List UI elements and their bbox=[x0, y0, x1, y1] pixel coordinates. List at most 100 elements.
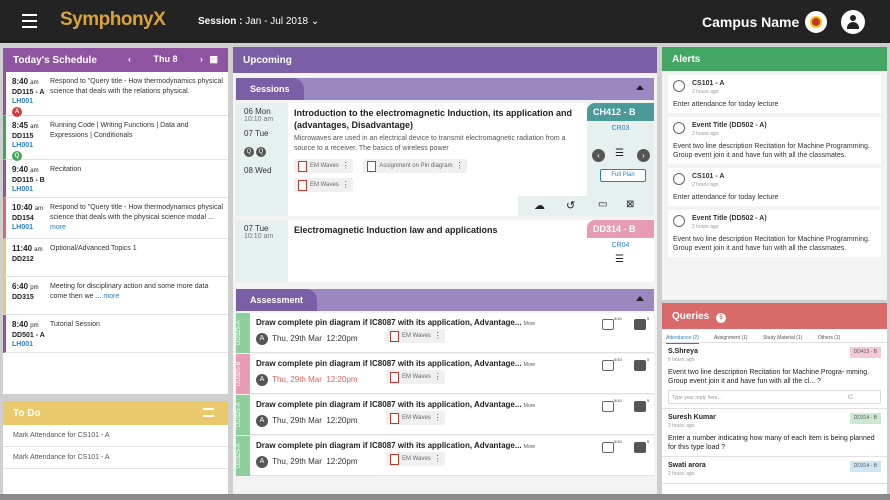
list-icon[interactable] bbox=[203, 408, 214, 417]
assessment-title[interactable]: Draw complete pin diagram if IC8087 with… bbox=[256, 318, 535, 327]
prev-day-icon[interactable]: ‹ bbox=[128, 54, 131, 64]
more-link[interactable]: more bbox=[103, 293, 119, 300]
upload-cloud-icon[interactable]: ☁ bbox=[534, 199, 545, 212]
queries-tabs: Attendance (2) Assignment (1) Study Mate… bbox=[662, 329, 887, 344]
resource-chip[interactable]: EM Waves bbox=[294, 159, 353, 173]
todo-item[interactable]: Mark Attendance for CS101 - A bbox=[3, 447, 228, 469]
present-icon[interactable]: ▭ bbox=[598, 199, 607, 210]
calendar-icon[interactable]: ▦ bbox=[209, 54, 218, 64]
schedule-header: Today's Schedule ‹ Thu 8 › ▦ bbox=[3, 48, 228, 72]
room: LH001 bbox=[12, 186, 34, 193]
schedule-time: 8:40 am DD115 - A LH001 A bbox=[12, 77, 56, 117]
comments-icon[interactable] bbox=[634, 442, 646, 453]
schedule-item[interactable]: 9:40 am DD115 - B LH001 Recitation bbox=[3, 160, 228, 198]
reply-placeholder: Type your reply here... bbox=[672, 395, 722, 401]
session-title[interactable]: Electromagnetic Induction law and applic… bbox=[294, 224, 584, 236]
assessment-item[interactable]: DD325-A Draw complete pin diagram if IC80… bbox=[236, 313, 654, 353]
attach-icon[interactable]: ⊂ bbox=[847, 392, 854, 401]
next-day-icon[interactable]: › bbox=[200, 54, 203, 64]
alert-title: CS101 - A bbox=[692, 173, 725, 180]
a-badge-icon: A bbox=[256, 333, 268, 345]
session-card[interactable]: 06 Mon 10:10 am 07 Tue QQ 08 Wed Introdu… bbox=[236, 103, 654, 216]
tab-others[interactable]: Others (1) bbox=[818, 335, 841, 341]
cancel-class-icon[interactable]: ⊠ bbox=[626, 199, 634, 210]
more-link[interactable]: More bbox=[524, 444, 535, 450]
resource-chip[interactable]: EM Waves bbox=[386, 370, 445, 384]
room: LH001 bbox=[12, 98, 34, 105]
collapse-icon[interactable] bbox=[636, 85, 644, 90]
query-item[interactable]: DD314 - B Swati arora 2 hours ago bbox=[662, 457, 887, 484]
plan-icon[interactable]: ☰ bbox=[615, 254, 624, 265]
session-side-panel: DD314 - B CR04 ☰ bbox=[587, 220, 654, 282]
resource-chip[interactable]: EM Waves bbox=[294, 178, 353, 192]
schedule-item[interactable]: 8:40 am DD115 - A LH001 A Respond to "Query … bbox=[3, 72, 228, 117]
alert-item[interactable]: CS101 - A 2 hours ago Enter attendance for… bbox=[668, 75, 881, 113]
todo-item[interactable]: Mark Attendance for CS101 - A bbox=[3, 425, 228, 447]
app-logo[interactable]: SymphonyX bbox=[60, 9, 166, 31]
course-code: DD115 - A bbox=[12, 89, 45, 96]
collapse-icon[interactable] bbox=[636, 296, 644, 301]
assessment-title[interactable]: Draw complete pin diagram if IC8087 with… bbox=[256, 400, 535, 409]
more-link[interactable]: More bbox=[524, 403, 535, 409]
prev-arrow-icon[interactable]: ‹ bbox=[592, 149, 605, 162]
schedule-title: Today's Schedule bbox=[13, 55, 97, 66]
session-action-bar: ☁ ↺ ▭ ⊠ bbox=[518, 196, 654, 216]
resource-chip[interactable]: EM Waves bbox=[386, 329, 445, 343]
resource-chip[interactable]: EM Waves bbox=[386, 411, 445, 425]
plan-icon[interactable]: ☰ bbox=[615, 148, 624, 159]
assessment-item[interactable]: DD325-A Draw complete pin diagram if IC80… bbox=[236, 436, 654, 476]
user-avatar-icon[interactable] bbox=[841, 10, 865, 34]
schedule-item[interactable]: 8:45 am DD115 LH001 Q Running Code | Writing… bbox=[3, 116, 228, 161]
chevron-down-icon: ⌄ bbox=[310, 16, 320, 27]
comments-icon[interactable] bbox=[634, 319, 646, 330]
schedule-item[interactable]: 8:40 pm DD501 - A LH001 Tutorial Session bbox=[3, 315, 228, 353]
schedule-time: 8:40 pm DD501 - A LH001 bbox=[12, 320, 56, 348]
submissions-icon[interactable] bbox=[602, 401, 614, 412]
resource-chip[interactable]: EM Waves bbox=[386, 452, 445, 466]
assessment-title[interactable]: Draw complete pin diagram if IC8087 with… bbox=[256, 441, 535, 450]
campus-logo-icon[interactable] bbox=[805, 11, 827, 33]
assessment-item[interactable]: DD325-A Draw complete pin diagram if IC80… bbox=[236, 395, 654, 435]
assessment-code: DD325-A bbox=[236, 436, 250, 476]
queries-title: Queries bbox=[672, 311, 710, 322]
next-arrow-icon[interactable]: › bbox=[637, 149, 650, 162]
schedule-item[interactable]: 11:40 am DD212 Optional/Advanced Topics 1 bbox=[3, 239, 228, 277]
tab-study-material[interactable]: Study Material (1) bbox=[763, 335, 802, 341]
submissions-icon[interactable] bbox=[602, 319, 614, 330]
history-icon[interactable]: ↺ bbox=[566, 199, 575, 212]
session-card[interactable]: 07 Tue 10:10 am Electromagnetic Inductio… bbox=[236, 220, 654, 282]
comments-icon[interactable] bbox=[634, 401, 646, 412]
schedule-item[interactable]: 6:40 pm DD315 Meeting for disciplinary act… bbox=[3, 277, 228, 315]
session-label: Session : bbox=[198, 16, 243, 27]
more-link[interactable]: More bbox=[524, 321, 535, 327]
alert-item[interactable]: CS101 - A 2 hours ago Enter attendance for… bbox=[668, 168, 881, 206]
session-selector[interactable]: Session : Jan - Jul 2018 ⌄ bbox=[198, 16, 319, 27]
course-code: DD115 bbox=[12, 133, 34, 140]
alert-item[interactable]: Event Title (DD502 - A) 2 hours ago Event … bbox=[668, 117, 881, 164]
course-code: DD115 - B bbox=[12, 177, 45, 184]
reply-input[interactable]: Type your reply here...⊂➤ bbox=[668, 390, 881, 404]
assessment-code: DD325-A bbox=[236, 395, 250, 435]
classroom: CR04 bbox=[611, 242, 630, 249]
submissions-icon[interactable] bbox=[602, 442, 614, 453]
submissions-icon[interactable] bbox=[602, 360, 614, 371]
menu-icon[interactable] bbox=[22, 14, 37, 28]
course-tag: DD314 - B bbox=[849, 461, 881, 472]
assessment-due: A Thu, 29th Mar 12:20pm bbox=[256, 415, 357, 427]
tab-assignment[interactable]: Assignment (1) bbox=[714, 335, 748, 341]
query-item[interactable]: DD413 - B S.Shreya 6 hours ago Event two li… bbox=[662, 343, 887, 409]
schedule-item[interactable]: 10:40 am DD154 LH001 Respond to "Query titl… bbox=[3, 198, 228, 239]
full-plan-button[interactable]: Full Plan bbox=[600, 169, 646, 182]
comments-icon[interactable] bbox=[634, 360, 646, 371]
alert-text: Enter attendance for today lecture bbox=[673, 194, 779, 201]
session-value: Jan - Jul 2018 bbox=[245, 16, 309, 27]
assessment-title[interactable]: Draw complete pin diagram if IC8087 with… bbox=[256, 359, 535, 368]
assessment-item[interactable]: DD325-B Draw complete pin diagram if IC80… bbox=[236, 354, 654, 394]
session-title[interactable]: Introduction to the electromagnetic Indu… bbox=[294, 107, 584, 131]
query-item[interactable]: DD314 - B Suresh Kumar 3 hours ago Enter a … bbox=[662, 409, 887, 457]
todo-header: To Do bbox=[3, 401, 228, 425]
session-date: 07 Tue bbox=[244, 129, 269, 138]
more-link[interactable]: More bbox=[524, 362, 535, 368]
resource-chip[interactable]: Assignment on Pin diagram bbox=[363, 159, 467, 173]
alert-item[interactable]: Event Title (DD502 - A) 2 hours ago Event … bbox=[668, 210, 881, 257]
